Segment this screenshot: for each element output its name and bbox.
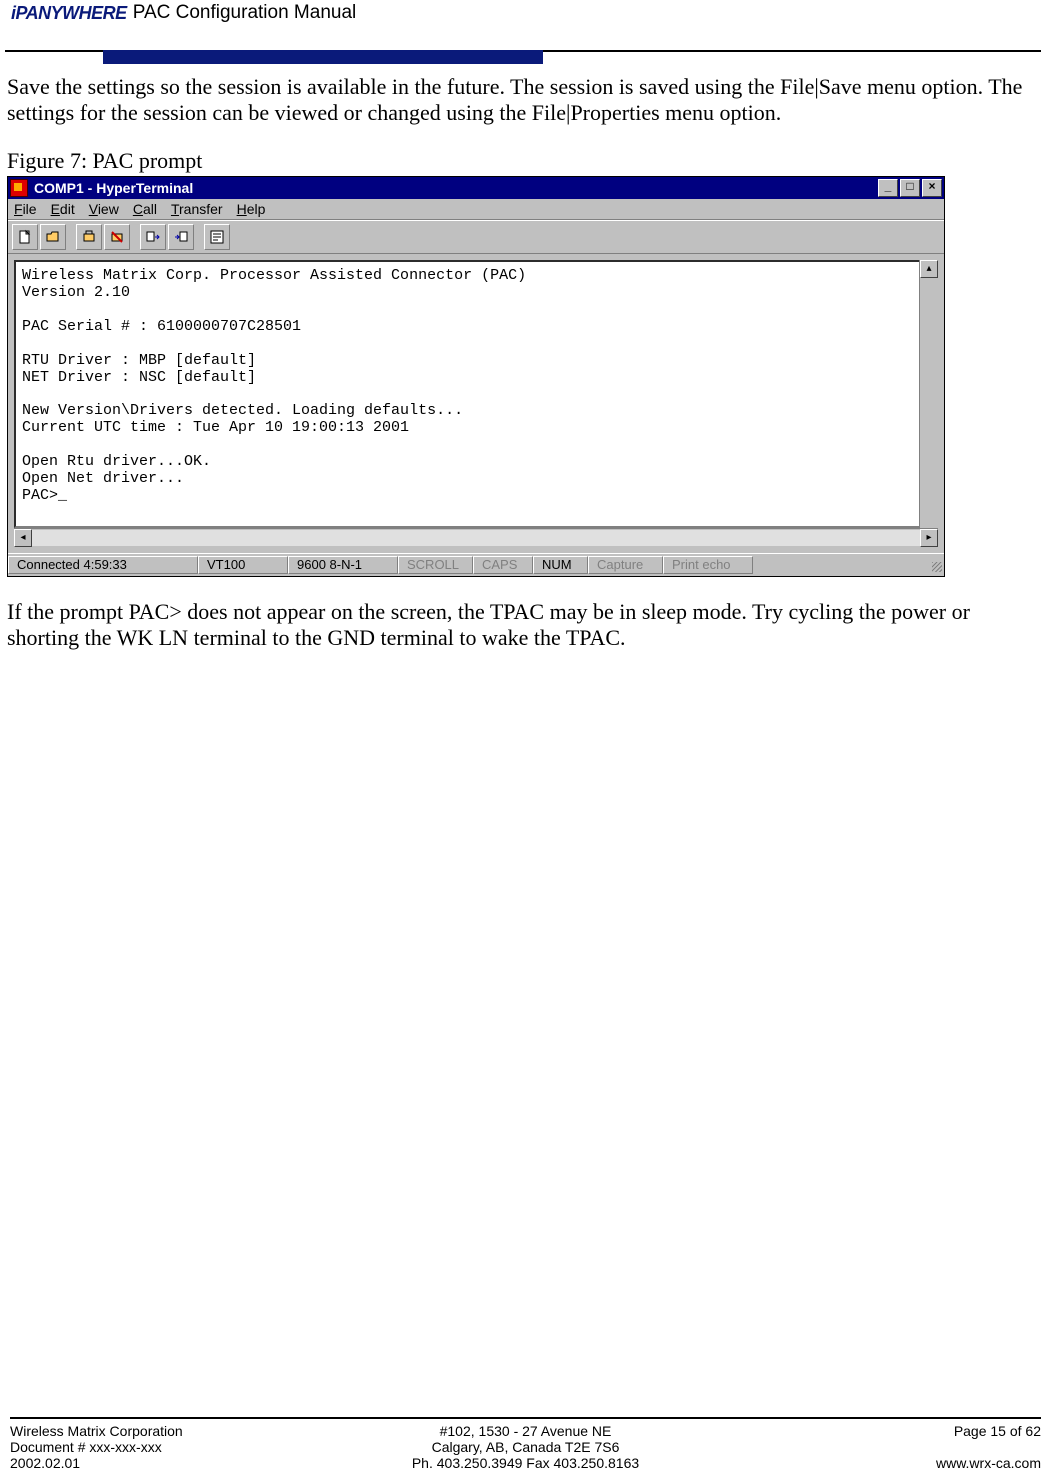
properties-icon[interactable] bbox=[204, 224, 230, 250]
scroll-up-icon[interactable]: ▴ bbox=[920, 260, 938, 278]
vertical-scrollbar[interactable]: ▴ bbox=[919, 260, 938, 528]
open-icon[interactable] bbox=[40, 224, 66, 250]
menu-file[interactable]: File bbox=[14, 201, 37, 217]
status-emulation: VT100 bbox=[198, 556, 288, 574]
logo: iPANYWHERE bbox=[11, 3, 127, 24]
hyperterminal-window: COMP1 - HyperTerminal _ □ × File Edit Vi… bbox=[7, 176, 945, 577]
send-icon[interactable] bbox=[140, 224, 166, 250]
paragraph-2: If the prompt PAC> does not appear on th… bbox=[7, 599, 1037, 651]
menu-help[interactable]: Help bbox=[237, 201, 266, 217]
footer-date: 2002.02.01 bbox=[10, 1455, 402, 1471]
figure-caption: Figure 7: PAC prompt bbox=[7, 148, 1041, 174]
receive-icon[interactable] bbox=[168, 224, 194, 250]
toolbar bbox=[8, 220, 944, 254]
connect-icon[interactable] bbox=[76, 224, 102, 250]
minimize-button[interactable]: _ bbox=[878, 179, 898, 197]
header-rule bbox=[5, 50, 1041, 52]
horizontal-scrollbar[interactable]: ◂ ▸ bbox=[14, 528, 938, 547]
new-icon[interactable] bbox=[12, 224, 38, 250]
menu-bar: File Edit View Call Transfer Help bbox=[8, 199, 944, 220]
maximize-button[interactable]: □ bbox=[900, 179, 920, 197]
window-titlebar[interactable]: COMP1 - HyperTerminal _ □ × bbox=[8, 177, 944, 199]
scroll-left-icon[interactable]: ◂ bbox=[14, 529, 32, 547]
footer-address1: #102, 1530 - 27 Avenue NE bbox=[412, 1423, 639, 1439]
menu-transfer[interactable]: Transfer bbox=[171, 201, 223, 217]
status-caps: CAPS bbox=[473, 556, 533, 574]
footer-address2: Calgary, AB, Canada T2E 7S6 bbox=[412, 1439, 639, 1455]
status-settings: 9600 8-N-1 bbox=[288, 556, 398, 574]
footer-page: Page 15 of 62 bbox=[649, 1423, 1041, 1439]
page-header: iPANYWHERE PAC Configuration Manual bbox=[5, 0, 1041, 26]
status-bar: Connected 4:59:33 VT100 9600 8-N-1 SCROL… bbox=[8, 553, 944, 576]
terminal-text: Wireless Matrix Corp. Processor Assisted… bbox=[22, 268, 930, 505]
scroll-right-icon[interactable]: ▸ bbox=[920, 529, 938, 547]
app-icon bbox=[10, 179, 28, 197]
terminal-area[interactable]: Wireless Matrix Corp. Processor Assisted… bbox=[14, 260, 938, 528]
menu-edit[interactable]: Edit bbox=[51, 201, 75, 217]
close-button[interactable]: × bbox=[922, 179, 942, 197]
footer-phone: Ph. 403.250.3949 Fax 403.250.8163 bbox=[412, 1455, 639, 1471]
disconnect-icon[interactable] bbox=[104, 224, 130, 250]
footer-url: www.wrx-ca.com bbox=[649, 1455, 1041, 1471]
menu-call[interactable]: Call bbox=[133, 201, 157, 217]
status-scroll: SCROLL bbox=[398, 556, 473, 574]
page-footer: Wireless Matrix Corporation Document # x… bbox=[10, 1417, 1041, 1471]
footer-document: Document # xxx-xxx-xxx bbox=[10, 1439, 402, 1455]
manual-title: PAC Configuration Manual bbox=[133, 2, 357, 24]
menu-view[interactable]: View bbox=[89, 201, 119, 217]
status-connected: Connected 4:59:33 bbox=[8, 556, 198, 574]
status-num: NUM bbox=[533, 556, 588, 574]
status-capture: Capture bbox=[588, 556, 663, 574]
window-title: COMP1 - HyperTerminal bbox=[34, 180, 878, 196]
status-print-echo: Print echo bbox=[663, 556, 753, 574]
resize-grip-icon[interactable] bbox=[926, 556, 944, 574]
footer-company: Wireless Matrix Corporation bbox=[10, 1423, 402, 1439]
paragraph-1: Save the settings so the session is avai… bbox=[7, 74, 1037, 126]
